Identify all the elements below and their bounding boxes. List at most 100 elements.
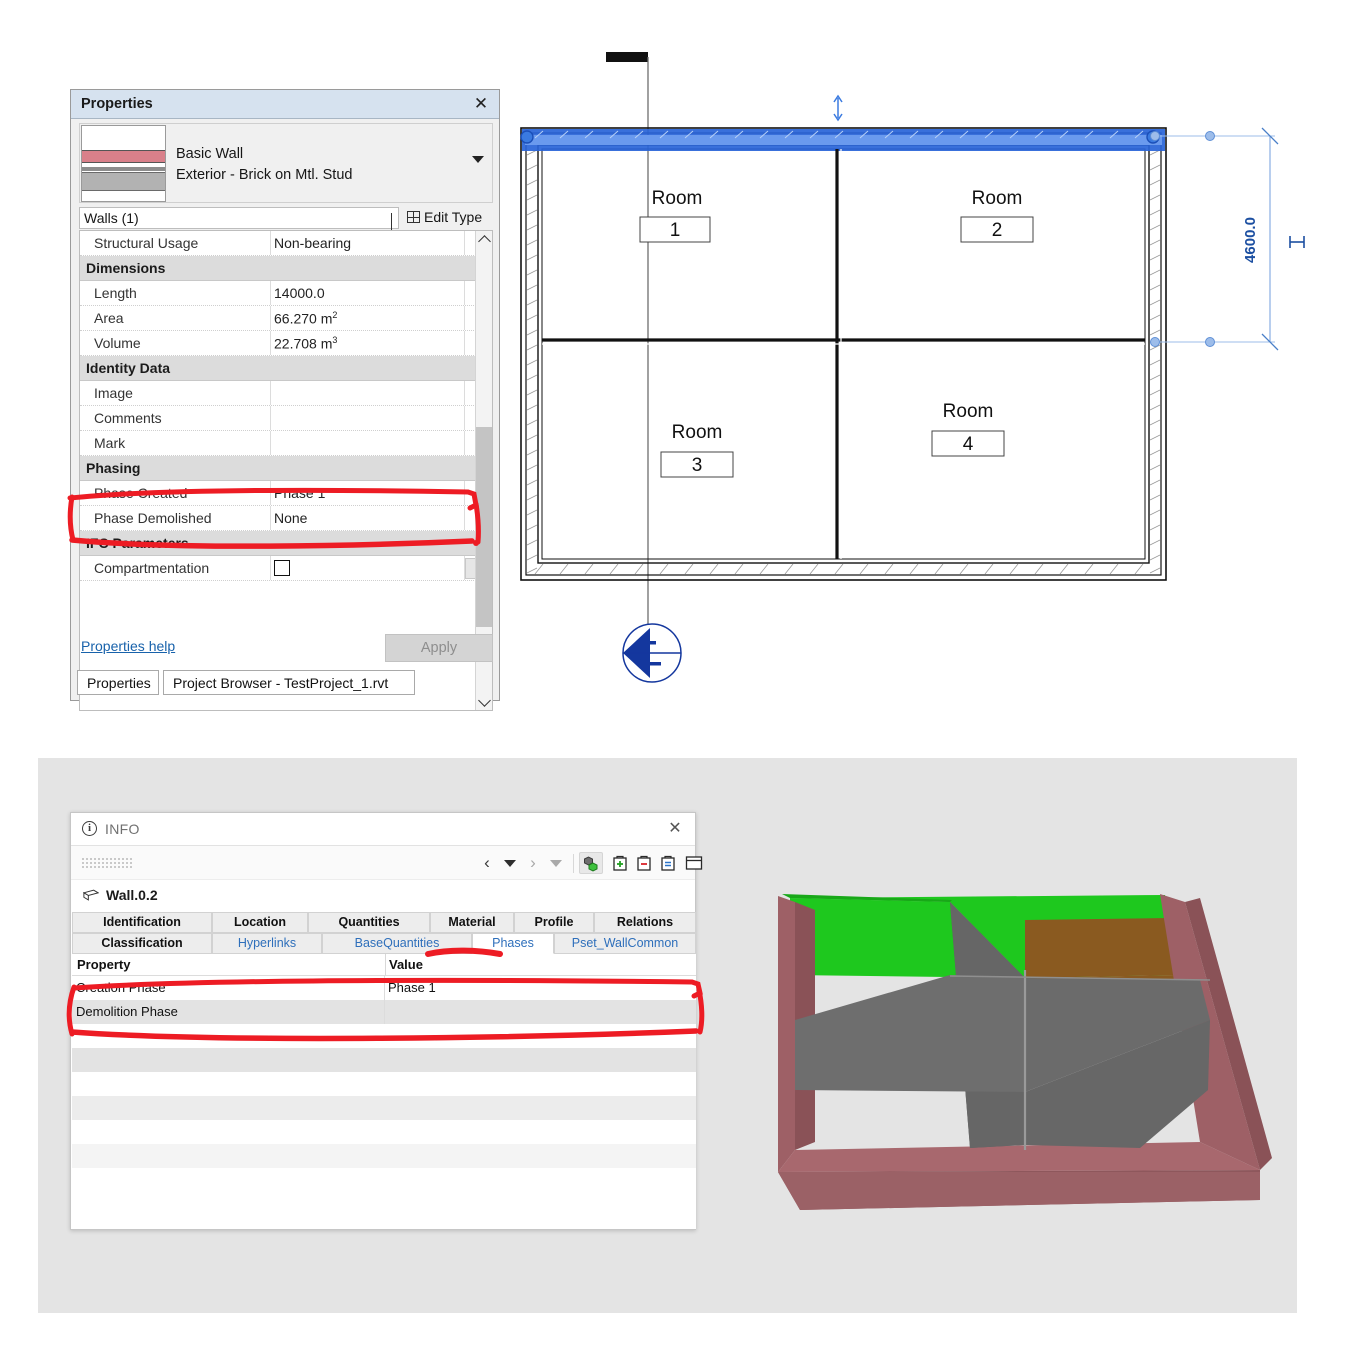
parameter-name: Area [94, 310, 124, 326]
info-tab[interactable]: BaseQuantities [322, 933, 472, 954]
property-value-cell: Phase 1 [388, 980, 436, 995]
table-row-empty [72, 1048, 696, 1072]
chevron-left-icon[interactable]: ‹ [479, 852, 495, 874]
room-tag-4: Room 4 [931, 401, 1005, 457]
parameter-row[interactable]: Area 66.270 m2 [80, 306, 492, 331]
info-toolbar: ‹ › [71, 846, 703, 880]
parameter-group-header: Phasing▴ [80, 456, 492, 481]
category-row: Walls (1) Edit Type [79, 207, 493, 231]
info-tab[interactable]: Pset_WallCommon [554, 933, 696, 954]
scrollbar-thumb[interactable] [476, 427, 492, 627]
edit-type-icon [407, 211, 420, 223]
room-number: 4 [963, 434, 974, 455]
info-tab[interactable]: Identification [72, 912, 212, 933]
table-row-empty [72, 1168, 696, 1192]
room-number: 2 [992, 220, 1003, 241]
dimension-annotation: 4600.0 [1150, 127, 1305, 351]
wall-family-label: Basic Wall [176, 146, 244, 162]
chevron-right-icon[interactable]: › [525, 852, 541, 874]
room-tag-3: Room 3 [660, 422, 734, 478]
apply-button[interactable]: Apply [385, 634, 493, 662]
parameter-value: 14000.0 [274, 285, 325, 301]
parameter-value: 22.708 m3 [274, 335, 338, 352]
parameter-value: Non-bearing [274, 235, 352, 251]
cubes-icon[interactable] [579, 852, 603, 874]
parameter-row[interactable]: Volume 22.708 m3 [80, 331, 492, 356]
properties-palette: Properties ✕ Basic Wall Exterior - Brick… [70, 89, 500, 711]
room-label: Room [672, 422, 723, 443]
category-combobox[interactable]: Walls (1) [79, 207, 399, 231]
drag-arrow-icon [833, 94, 843, 122]
3d-model-view[interactable] [760, 880, 1290, 1225]
roof-slab-brown [1025, 918, 1175, 978]
parameter-group-label: Phasing [86, 460, 141, 476]
edit-property-icon[interactable] [657, 852, 679, 874]
info-tabs: Identification Location Quantities Material… [72, 912, 696, 954]
room-label: Room [943, 401, 994, 422]
parameter-row[interactable]: Structural Usage Non-bearing [80, 231, 492, 256]
prev-menu-caret-down-icon[interactable] [501, 852, 519, 874]
parameter-row[interactable]: Mark [80, 431, 492, 456]
selected-wall [520, 129, 1165, 151]
parameter-group-header: Dimensions▴ [80, 256, 492, 281]
parameter-name: Volume [94, 335, 141, 351]
properties-titlebar: Properties ✕ [71, 90, 499, 119]
info-tabs-row-1: Identification Location Quantities Material… [72, 912, 696, 933]
close-icon[interactable]: ✕ [471, 94, 491, 114]
drag-grip-icon[interactable] [81, 857, 133, 869]
table-row-empty [72, 1120, 696, 1144]
info-tab[interactable]: Phases [472, 933, 554, 954]
info-tab[interactable]: Profile [514, 912, 594, 933]
edit-type-label: Edit Type [424, 209, 483, 225]
add-property-icon[interactable] [609, 852, 631, 874]
entity-name-label: Wall.0.2 [106, 887, 158, 903]
parameter-name: Mark [94, 435, 126, 451]
close-icon[interactable]: ✕ [665, 819, 685, 839]
parameter-name: Structural Usage [94, 235, 199, 251]
column-header-value: Value [389, 957, 423, 972]
info-tab[interactable]: Location [212, 912, 308, 933]
dimension-value: 4600.0 [1242, 217, 1259, 263]
next-menu-caret-down-icon[interactable] [547, 852, 565, 874]
scroll-up-icon[interactable] [476, 231, 492, 248]
parameter-value: Phase 1 [274, 485, 326, 501]
column-header-property: Property [77, 957, 131, 972]
property-table-body: Creation Phase Phase 1 Demolition Phase [72, 976, 696, 1229]
room-label: Room [972, 188, 1023, 209]
scroll-down-icon[interactable] [476, 693, 492, 710]
caret-down-icon[interactable] [472, 156, 486, 170]
parameter-row[interactable]: Length 14000.0 [80, 281, 492, 306]
info-dialog-title: INFO [105, 821, 140, 837]
parameter-row[interactable]: Image [80, 381, 492, 406]
properties-footer: Properties help Apply [79, 634, 493, 664]
room-number: 1 [670, 220, 681, 241]
parameter-group-header: IFC Parameters▴ [80, 531, 492, 556]
chevron-down-icon [391, 213, 392, 231]
panel-layout-icon[interactable] [683, 852, 705, 874]
remove-property-icon[interactable] [633, 852, 655, 874]
table-row[interactable]: Creation Phase Phase 1 [72, 976, 696, 1000]
compartmentation-checkbox[interactable] [274, 560, 290, 576]
floor-plan-view[interactable]: Room 1 Room 2 Room 3 Room 4 4600.0 [505, 40, 1305, 720]
property-table-header: Property Value [72, 954, 696, 976]
room-label: Room [652, 188, 703, 209]
palette-tab[interactable]: Project Browser - TestProject_1.rvt [163, 670, 415, 695]
info-tab[interactable]: Quantities [308, 912, 430, 933]
palette-tab[interactable]: Properties [77, 670, 159, 695]
table-row-empty [72, 1144, 696, 1168]
parameter-row[interactable]: Phase Demolished None [80, 506, 492, 531]
info-tab[interactable]: Relations [594, 912, 696, 933]
table-row[interactable]: Demolition Phase [72, 1000, 696, 1024]
property-name-cell: Creation Phase [76, 980, 166, 995]
info-tab[interactable]: Hyperlinks [212, 933, 322, 954]
properties-help-link[interactable]: Properties help [81, 638, 175, 654]
parameter-row[interactable]: Comments [80, 406, 492, 431]
parameter-value: None [274, 510, 308, 526]
table-row-empty [72, 1072, 696, 1096]
info-tab[interactable]: Classification [72, 933, 212, 954]
parameter-row[interactable]: Phase Created Phase 1 [80, 481, 492, 506]
info-tab[interactable]: Material [430, 912, 514, 933]
wall-type-selector[interactable]: Basic Wall Exterior - Brick on Mtl. Stud [79, 123, 493, 203]
parameter-group-label: Dimensions [86, 260, 166, 276]
info-circle-icon: i [82, 821, 97, 836]
